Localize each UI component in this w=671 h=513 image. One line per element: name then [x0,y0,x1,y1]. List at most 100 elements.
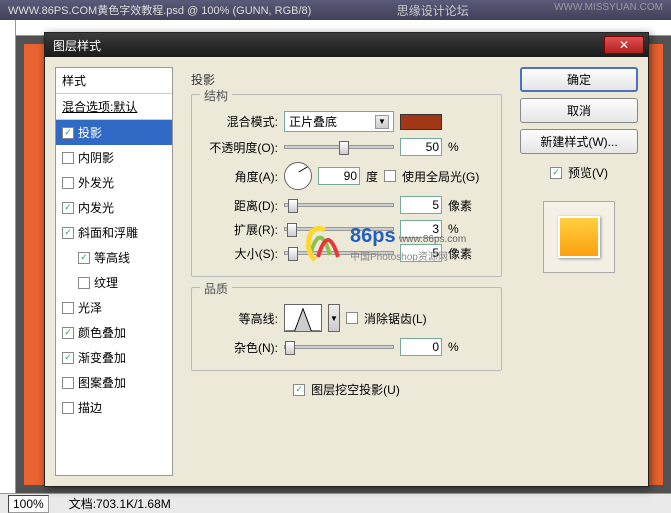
chevron-down-icon: ▼ [375,115,389,129]
antialias-checkbox[interactable] [346,312,358,324]
app-title: WWW.86PS.COM黄色字效教程.psd @ 100% (GUNN, RGB… [8,2,311,18]
opacity-input[interactable] [400,138,442,156]
size-input[interactable] [400,244,442,262]
effect-title: 投影 [191,71,502,88]
spread-label: 扩展(R): [200,221,278,238]
blend-options-item[interactable]: 混合选项:默认 [56,94,172,120]
global-light-checkbox[interactable] [384,170,396,182]
close-icon: ✕ [619,38,629,52]
distance-label: 距离(D): [200,197,278,214]
style-checkbox[interactable]: ✓ [62,127,74,139]
style-item-1[interactable]: 内阴影 [56,145,172,170]
style-item-3[interactable]: ✓ 内发光 [56,195,172,220]
dialog-titlebar[interactable]: 图层样式 ✕ [45,33,648,57]
preview-box [543,201,615,273]
style-label: 投影 [78,124,102,141]
spread-slider[interactable] [284,227,394,231]
vertical-ruler [0,20,16,493]
degree-unit: 度 [366,168,378,185]
quality-legend: 品质 [200,280,232,297]
close-button[interactable]: ✕ [604,36,644,54]
structure-legend: 结构 [200,87,232,104]
style-checkbox[interactable]: ✓ [62,202,74,214]
distance-slider[interactable] [284,203,394,207]
style-label: 图案叠加 [78,374,126,391]
percent-unit-3: % [448,340,478,354]
blend-mode-label: 混合模式: [200,113,278,130]
zoom-level[interactable]: 100% [8,495,49,513]
style-label: 内发光 [78,199,114,216]
style-checkbox[interactable] [62,177,74,189]
style-checkbox[interactable] [62,402,74,414]
layer-style-dialog: 图层样式 ✕ 样式 混合选项:默认 ✓ 投影内阴影外发光 ✓ 内发光 ✓ 斜面和浮雕 ✓ 等高… [44,32,649,487]
contour-label: 等高线: [200,310,278,327]
style-checkbox[interactable]: ✓ [62,327,74,339]
blend-mode-value: 正片叠底 [289,113,337,130]
app-titlebar: WWW.86PS.COM黄色字效教程.psd @ 100% (GUNN, RGB… [0,0,671,20]
quality-group: 品质 等高线: ▼ 消除锯齿(L) 杂色(N): % [191,287,502,371]
px-unit-2: 像素 [448,245,478,262]
dialog-buttons: 确定 取消 新建样式(W)... ✓ 预览(V) [520,67,638,476]
angle-label: 角度(A): [200,168,278,185]
noise-slider[interactable] [284,345,394,349]
spread-input[interactable] [400,220,442,238]
style-item-11[interactable]: 描边 [56,395,172,420]
style-item-7[interactable]: 光泽 [56,295,172,320]
angle-dial[interactable] [284,162,312,190]
antialias-label: 消除锯齿(L) [364,310,427,327]
style-checkbox[interactable]: ✓ [62,352,74,364]
new-style-button[interactable]: 新建样式(W)... [520,129,638,154]
style-item-2[interactable]: 外发光 [56,170,172,195]
noise-input[interactable] [400,338,442,356]
style-checkbox[interactable]: ✓ [78,252,90,264]
contour-dropdown[interactable]: ▼ [328,304,340,332]
shadow-color-swatch[interactable] [400,114,442,130]
style-item-10[interactable]: 图案叠加 [56,370,172,395]
size-slider[interactable] [284,251,394,255]
contour-picker[interactable] [284,304,322,332]
style-label: 斜面和浮雕 [78,224,138,241]
styles-header[interactable]: 样式 [56,68,172,94]
style-checkbox[interactable] [62,302,74,314]
percent-unit-2: % [448,222,478,236]
style-checkbox[interactable] [62,377,74,389]
preview-swatch [558,216,600,258]
ok-button[interactable]: 确定 [520,67,638,92]
knockout-checkbox[interactable]: ✓ [293,384,305,396]
style-checkbox[interactable]: ✓ [62,227,74,239]
opacity-slider[interactable] [284,145,394,149]
knockout-label: 图层挖空投影(U) [311,381,400,398]
styles-list: 样式 混合选项:默认 ✓ 投影内阴影外发光 ✓ 内发光 ✓ 斜面和浮雕 ✓ 等高线纹理光泽✓颜… [55,67,173,476]
blend-mode-combo[interactable]: 正片叠底 ▼ [284,111,394,132]
percent-unit: % [448,140,478,154]
style-label: 渐变叠加 [78,349,126,366]
style-label: 描边 [78,399,102,416]
style-checkbox[interactable] [78,277,90,289]
settings-panel: 投影 结构 混合模式: 正片叠底 ▼ 不透明度(O): % [183,67,510,476]
style-checkbox[interactable] [62,152,74,164]
style-item-0[interactable]: ✓ 投影 [56,120,172,145]
style-item-5[interactable]: ✓ 等高线 [56,245,172,270]
dialog-title: 图层样式 [53,37,101,54]
angle-input[interactable] [318,167,360,185]
preview-label: 预览(V) [568,164,608,181]
structure-group: 结构 混合模式: 正片叠底 ▼ 不透明度(O): % 角度(A): [191,94,502,277]
style-item-8[interactable]: ✓颜色叠加 [56,320,172,345]
style-label: 内阴影 [78,149,114,166]
style-label: 等高线 [94,249,130,266]
preview-checkbox[interactable]: ✓ [550,167,562,179]
distance-input[interactable] [400,196,442,214]
forum-name: 思缘设计论坛 [397,2,469,18]
style-item-4[interactable]: ✓ 斜面和浮雕 [56,220,172,245]
global-light-label: 使用全局光(G) [402,168,479,185]
px-unit: 像素 [448,197,478,214]
watermark-text: WWW.MISSYUAN.COM [554,2,663,18]
cancel-button[interactable]: 取消 [520,98,638,123]
opacity-label: 不透明度(O): [200,139,278,156]
doc-size: 文档:703.1K/1.68M [69,495,171,512]
style-item-9[interactable]: ✓ 渐变叠加 [56,345,172,370]
style-item-6[interactable]: 纹理 [56,270,172,295]
size-label: 大小(S): [200,245,278,262]
style-label: 外发光 [78,174,114,191]
noise-label: 杂色(N): [200,339,278,356]
